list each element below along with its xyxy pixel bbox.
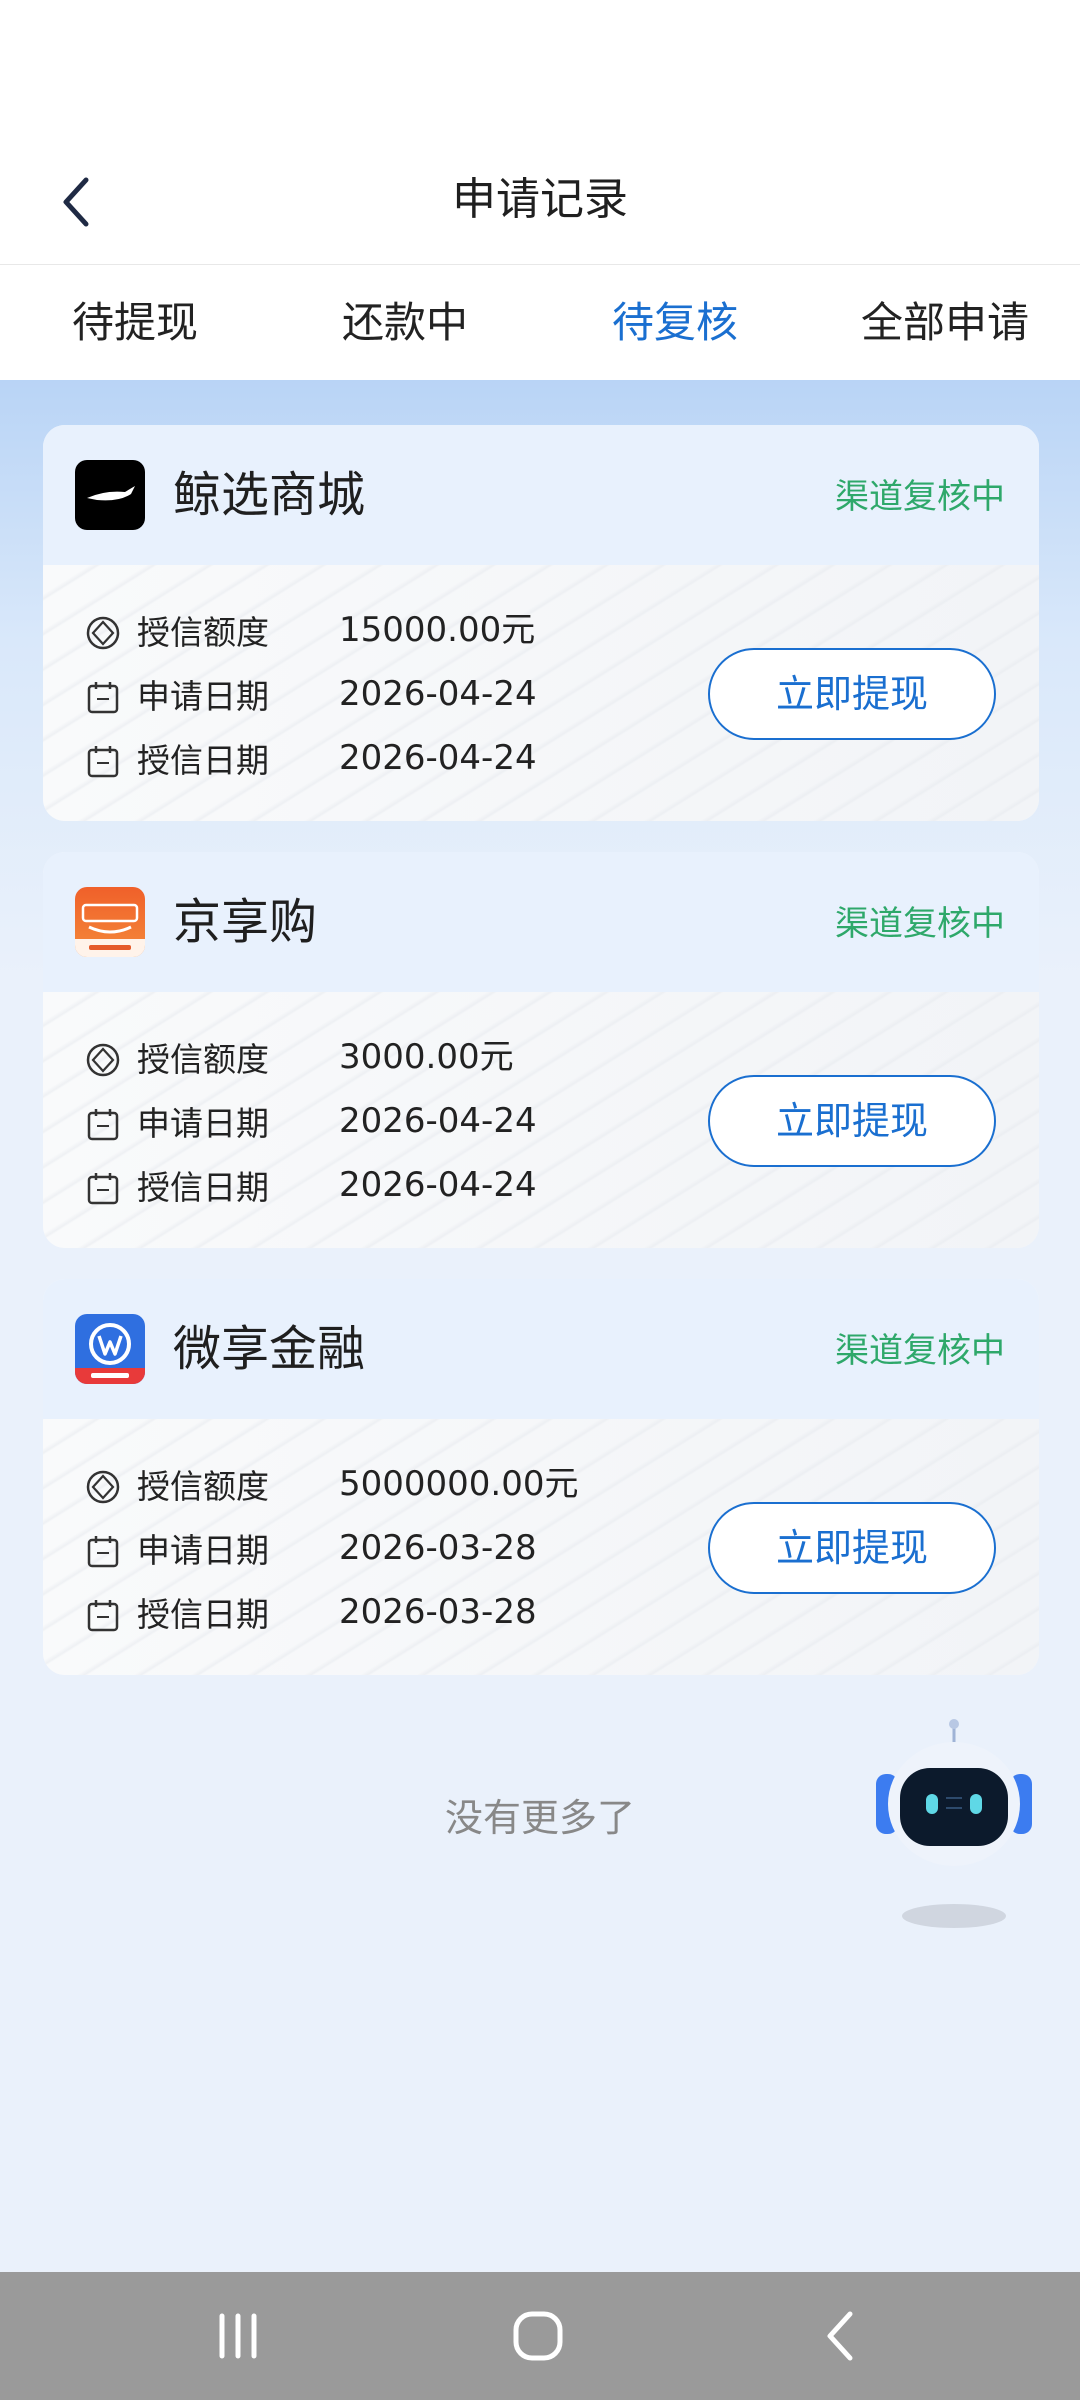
application-card: 鲸选商城 渠道复核中 授信额度 15000.00元 申请日期 2026-04-2… [43, 425, 1039, 821]
calendar-icon [87, 1536, 119, 1568]
card-body: 授信额度 3000.00元 申请日期 2026-04-24 授信日期 2026-… [43, 992, 1039, 1248]
credit-date-label: 授信日期 [137, 741, 269, 780]
status-badge: 渠道复核中 [835, 904, 1005, 944]
back-nav-button[interactable] [812, 2306, 872, 2366]
credit-amount-value: 5000000.00元 [339, 1464, 579, 1504]
calendar-icon [87, 682, 119, 714]
tab-pending-withdraw[interactable]: 待提现 [0, 265, 270, 380]
amount-icon [86, 616, 120, 650]
withdraw-now-button[interactable]: 立即提现 [708, 1502, 996, 1594]
credit-date-value: 2026-04-24 [339, 738, 537, 778]
status-bar [0, 0, 1080, 150]
credit-date-value: 2026-03-28 [339, 1592, 537, 1632]
application-card: 微享金融 渠道复核中 授信额度 5000000.00元 申请日期 2026-03… [43, 1279, 1039, 1675]
merchant-name: 京享购 [173, 894, 318, 950]
home-icon [513, 2311, 563, 2361]
withdraw-now-button[interactable]: 立即提现 [708, 648, 996, 740]
credit-amount-value: 3000.00元 [339, 1037, 514, 1077]
apply-date-label: 申请日期 [137, 677, 269, 716]
back-icon [827, 2311, 853, 2361]
application-card: 京享购 渠道复核中 授信额度 3000.00元 申请日期 2026-04-24 [43, 852, 1039, 1248]
recent-apps-icon [219, 2313, 257, 2359]
credit-date-label: 授信日期 [137, 1168, 269, 1207]
tab-pending-review[interactable]: 待复核 [540, 265, 810, 380]
apply-date-value: 2026-03-28 [339, 1528, 537, 1568]
status-badge: 渠道复核中 [835, 477, 1005, 517]
tab-all-applications[interactable]: 全部申请 [810, 265, 1080, 380]
card-header: 微享金融 渠道复核中 [43, 1279, 1039, 1419]
whale-logo-icon [75, 460, 145, 530]
apply-date-label: 申请日期 [137, 1531, 269, 1570]
card-body: 授信额度 15000.00元 申请日期 2026-04-24 授信日期 2026… [43, 565, 1039, 821]
calendar-icon [87, 746, 119, 778]
recent-apps-button[interactable] [208, 2306, 268, 2366]
calendar-icon [87, 1173, 119, 1205]
credit-amount-label: 授信额度 [137, 1467, 269, 1506]
calendar-icon [87, 1109, 119, 1141]
withdraw-now-button[interactable]: 立即提现 [708, 1075, 996, 1167]
weixiang-logo-icon [75, 1314, 145, 1384]
card-header: 鲸选商城 渠道复核中 [43, 425, 1039, 565]
merchant-name: 鲸选商城 [173, 467, 366, 523]
calendar-icon [87, 1600, 119, 1632]
amount-icon [86, 1043, 120, 1077]
system-navigation-bar [0, 2272, 1080, 2400]
apply-date-value: 2026-04-24 [339, 674, 537, 714]
credit-amount-label: 授信额度 [137, 613, 269, 652]
page-title: 申请记录 [452, 174, 628, 225]
credit-date-value: 2026-04-24 [339, 1165, 537, 1205]
card-body: 授信额度 5000000.00元 申请日期 2026-03-28 授信日期 20… [43, 1419, 1039, 1675]
amount-icon [86, 1470, 120, 1504]
tab-repaying[interactable]: 还款中 [270, 265, 540, 380]
merchant-name: 微享金融 [173, 1321, 366, 1377]
header: 申请记录 [0, 150, 1080, 265]
robot-assistant-icon[interactable] [866, 1716, 1036, 1936]
apply-date-value: 2026-04-24 [339, 1101, 537, 1141]
card-header: 京享购 渠道复核中 [43, 852, 1039, 992]
jingxianggou-logo-icon [75, 887, 145, 957]
tab-bar: 待提现 还款中 待复核 全部申请 [0, 265, 1080, 380]
credit-amount-label: 授信额度 [137, 1040, 269, 1079]
home-button[interactable] [508, 2306, 568, 2366]
status-badge: 渠道复核中 [835, 1331, 1005, 1371]
credit-amount-value: 15000.00元 [339, 610, 536, 650]
apply-date-label: 申请日期 [137, 1104, 269, 1143]
credit-date-label: 授信日期 [137, 1595, 269, 1634]
